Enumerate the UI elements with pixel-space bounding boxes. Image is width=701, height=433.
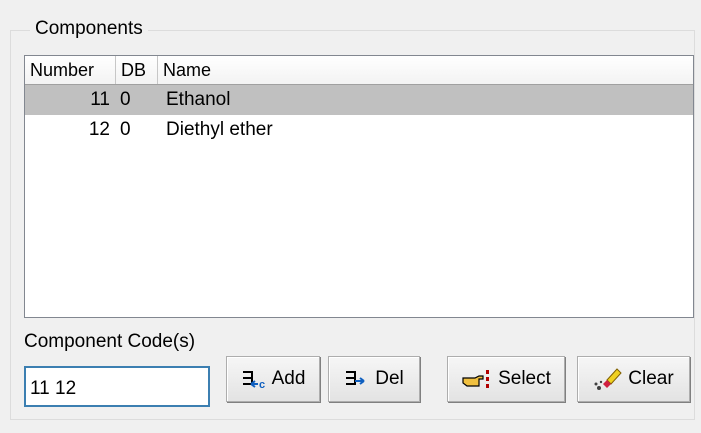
clear-button[interactable]: Clear — [577, 356, 690, 402]
row-name: Diethyl ether — [166, 119, 273, 140]
row-name: Ethanol — [166, 89, 231, 110]
group-title: Components — [30, 18, 148, 40]
del-button[interactable]: Del — [328, 356, 420, 402]
delete-component-icon — [344, 368, 370, 390]
svg-text:c: c — [259, 379, 265, 390]
column-header-number[interactable]: Number — [25, 56, 116, 84]
column-header-db[interactable]: DB — [116, 56, 158, 84]
list-header: Number DB Name — [25, 56, 693, 85]
row-db: 0 — [120, 119, 131, 140]
component-code-label: Component Code(s) — [24, 331, 196, 352]
add-button[interactable]: c Add — [226, 356, 320, 402]
list-row[interactable]: 12 0 Diethyl ether — [25, 115, 693, 145]
row-db: 0 — [120, 89, 131, 110]
add-button-label: Add — [271, 368, 306, 389]
row-number: 12 — [88, 119, 110, 140]
pointing-hand-icon — [461, 368, 493, 390]
components-listview[interactable]: Number DB Name 11 0 Ethanol 12 0 Diethyl… — [24, 55, 694, 318]
select-button[interactable]: Select — [447, 356, 565, 402]
select-button-label: Select — [498, 368, 551, 389]
clear-button-label: Clear — [628, 368, 674, 389]
row-number: 11 — [90, 89, 110, 110]
list-row[interactable]: 11 0 Ethanol — [25, 85, 693, 115]
del-button-label: Del — [375, 368, 404, 389]
column-header-name[interactable]: Name — [158, 56, 693, 84]
component-code-input[interactable] — [24, 366, 210, 407]
add-component-icon: c — [241, 368, 267, 390]
eraser-icon — [593, 366, 623, 392]
